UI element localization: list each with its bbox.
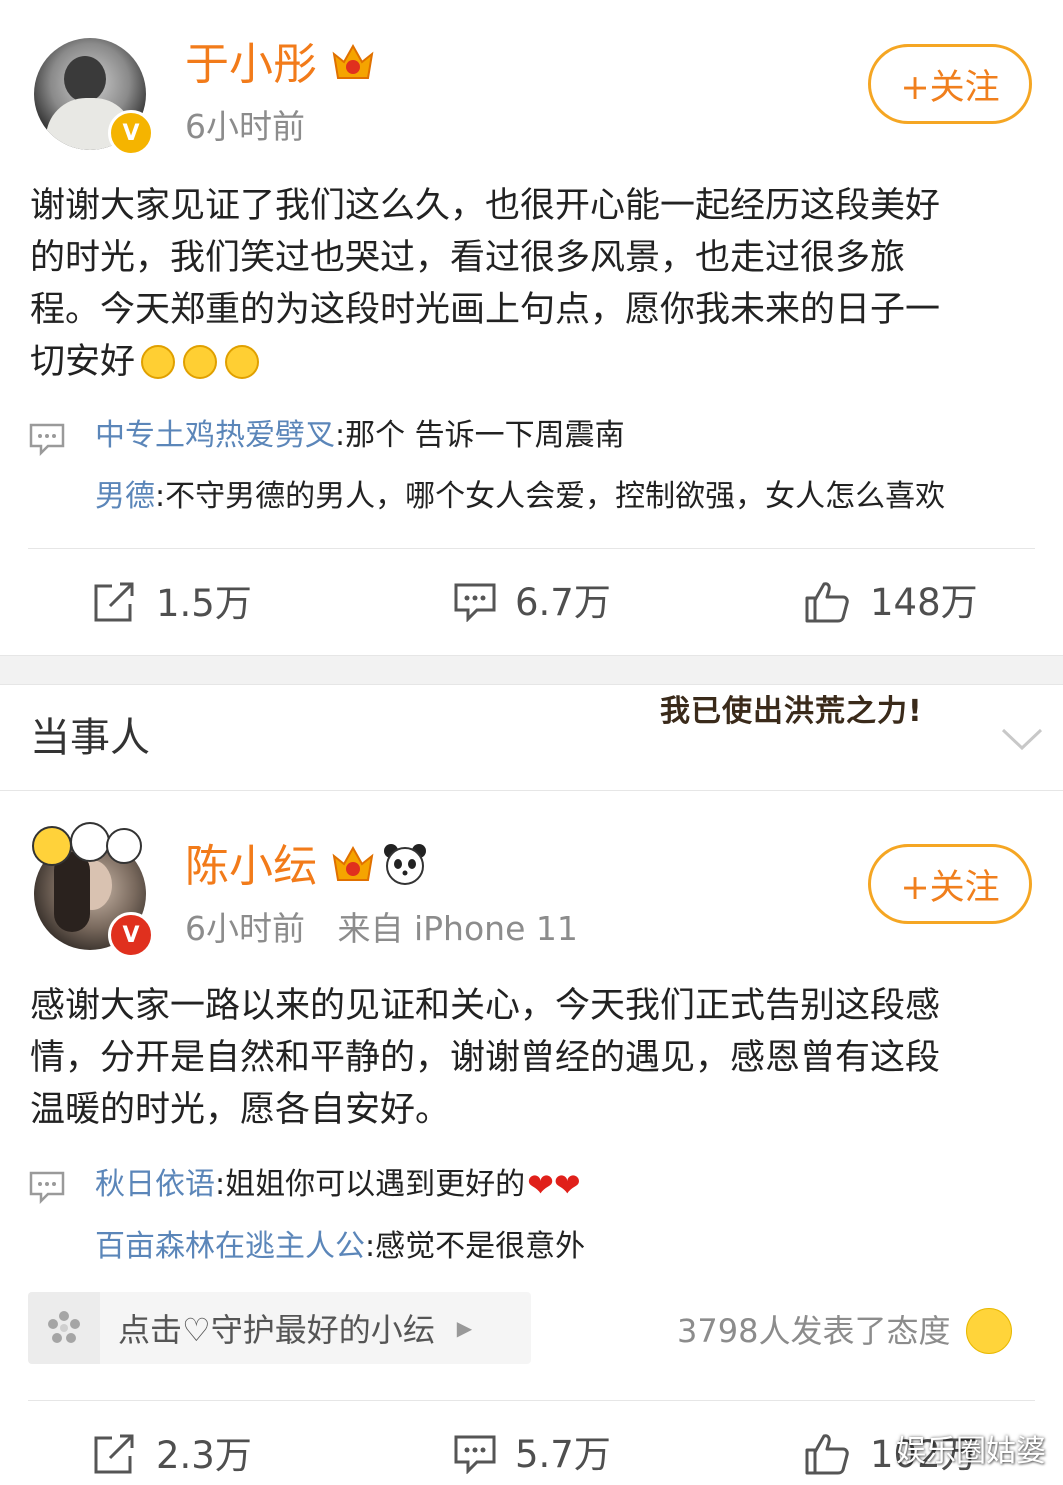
comment-button[interactable]: 5.7万 (453, 1434, 611, 1474)
thumbs-up-icon (805, 582, 849, 623)
comment-icon (454, 1435, 496, 1474)
panda-icon (384, 844, 426, 885)
heart-emoji-icon: ❤❤ (527, 1166, 581, 1204)
comment-item[interactable]: 秋日依语:姐姐你可以遇到更好的 ❤❤ (95, 1169, 581, 1201)
flower-icon (28, 1292, 100, 1364)
commenter-name[interactable]: 男德 (95, 479, 155, 514)
post-time: 6小时前 (185, 107, 305, 146)
repost-button[interactable]: 1.5万 (92, 582, 252, 624)
commenter-name[interactable]: 秋日依语 (95, 1170, 215, 1200)
comment-icon (29, 1171, 65, 1204)
comment-text: :不守男德的男人，哪个女人会爱，控制欲强，女人怎么喜欢 (155, 479, 946, 514)
crown-icon (332, 845, 374, 881)
follow-button[interactable]: +关注 (868, 44, 1032, 124)
like-button[interactable]: 148万 (804, 580, 978, 624)
crown-icon (332, 43, 374, 79)
post-text-line: 感谢大家一路以来的见证和关心，今天我们正式告别这段感 (30, 986, 941, 1026)
post-text-line: 切安好 (30, 336, 1040, 388)
comment-icon (29, 423, 65, 456)
commenter-name[interactable]: 百亩森林在逃主人公 (95, 1229, 365, 1264)
repost-count: 2.3万 (156, 1433, 252, 1477)
comment-button[interactable]: 6.7万 (453, 582, 611, 622)
repost-icon (94, 582, 134, 622)
post-text-line: 谢谢大家见证了我们这么久，也很开心能一起经历这段美好 (30, 186, 941, 226)
comment-item[interactable]: 男德:不守男德的男人，哪个女人会爱，控制欲强，女人怎么喜欢 (95, 482, 945, 512)
repost-icon (94, 1434, 134, 1474)
post-text-last: 切安好 (30, 342, 136, 382)
like-count: 148万 (870, 580, 978, 624)
comment-text: :那个 告诉一下周震南 (335, 418, 625, 453)
post-text-line: 程。今天郑重的为这段时光画上句点，愿你我未来的日子一 (30, 290, 941, 330)
hug-emoji-icon (225, 345, 260, 379)
comment-item[interactable]: 中专土鸡热爱劈叉:那个 告诉一下周震南 (95, 421, 625, 451)
reactions-text: 3798人发表了态度 (677, 1312, 951, 1350)
post-meta: 6小时前 来自 iPhone 11 (185, 912, 578, 945)
comment-text: :感觉不是很意外 (365, 1229, 586, 1264)
reactions-summary[interactable]: 3798人发表了态度 (677, 1308, 1013, 1354)
chevron-down-icon[interactable] (1000, 726, 1044, 752)
comment-count: 5.7万 (515, 1432, 611, 1476)
repost-button[interactable]: 2.3万 (92, 1434, 252, 1476)
crying-emoji-icon (966, 1308, 1013, 1354)
arrow-right-icon: ▶ (456, 1316, 473, 1340)
avatar-pendant-icon (30, 822, 142, 866)
divider (28, 548, 1035, 549)
hug-emoji-icon (141, 345, 176, 379)
post-text-line: 的时光，我们笑过也哭过，看过很多风景，也走过很多旅 (30, 238, 906, 278)
post-text-line: 温暖的时光，愿各自安好。 (30, 1090, 451, 1130)
watermark: 娱乐圈姑婆 (896, 1434, 1046, 1469)
username[interactable]: 陈小纭 (185, 845, 317, 889)
post-source: 来自 iPhone 11 (337, 909, 578, 948)
thumbs-up-icon (805, 1434, 849, 1475)
verified-badge-icon: V (108, 912, 154, 958)
follow-button[interactable]: +关注 (868, 844, 1032, 924)
post-text: 感谢大家一路以来的见证和关心，今天我们正式告别这段感 情，分开是自然和平静的，谢… (30, 980, 1040, 1136)
guard-banner[interactable]: 点击♡守护最好的小纭 ▶ (28, 1292, 531, 1364)
post-text-line: 情，分开是自然和平静的，谢谢曾经的遇见，感恩曾有这段 (30, 1038, 941, 1078)
sticker-banner: 我已使出洪荒之力! (660, 697, 923, 727)
hug-emoji-icon (183, 345, 218, 379)
comment-icon (454, 583, 496, 622)
post-time: 6小时前 (185, 909, 305, 948)
section-title: 当事人 (30, 715, 150, 761)
commenter-name[interactable]: 中专土鸡热爱劈叉 (95, 418, 335, 453)
sticker-text: 我已使出洪荒之力! (660, 694, 923, 729)
verified-badge-icon: V (108, 110, 154, 156)
section-gap (0, 655, 1063, 685)
username[interactable]: 于小彤 (185, 43, 317, 87)
divider (28, 1400, 1035, 1401)
comment-item[interactable]: 百亩森林在逃主人公:感觉不是很意外 (95, 1232, 585, 1262)
post-text: 谢谢大家见证了我们这么久，也很开心能一起经历这段美好 的时光，我们笑过也哭过，看… (30, 180, 1040, 388)
comment-count: 6.7万 (515, 580, 611, 624)
repost-count: 1.5万 (156, 581, 252, 625)
divider (0, 790, 1063, 791)
comment-text: :姐姐你可以遇到更好的 (215, 1167, 526, 1202)
guard-label: 点击♡守护最好的小纭 (118, 1311, 435, 1349)
